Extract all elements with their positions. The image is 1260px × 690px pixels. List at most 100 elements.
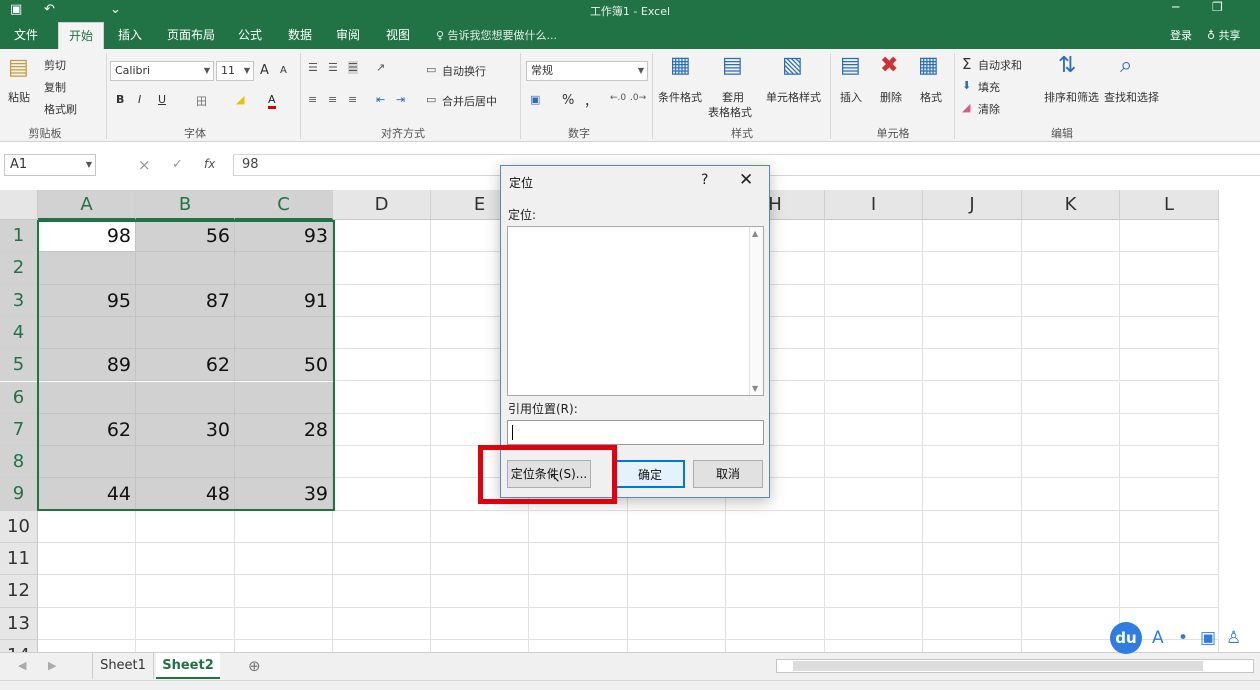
sort-filter-button[interactable]: 排序和筛选 [1044, 89, 1099, 105]
cell-a1[interactable]: 98 [38, 220, 136, 253]
cell-b1[interactable]: 56 [136, 220, 235, 253]
cell-l6[interactable] [1120, 381, 1219, 414]
orientation-icon[interactable]: ↗ [376, 61, 385, 74]
cell-i4[interactable] [825, 316, 923, 350]
cell-j10[interactable] [923, 510, 1022, 543]
cell-c8[interactable] [235, 446, 333, 479]
shrink-font-button[interactable]: A [280, 65, 287, 76]
column-header-i[interactable]: I [825, 190, 923, 220]
cell-d14[interactable] [333, 639, 431, 652]
cell-f11[interactable] [529, 543, 628, 576]
scroll-up-icon[interactable]: ▲ [752, 229, 758, 238]
select-all-corner[interactable] [0, 190, 38, 220]
sheet-tab-sheet2[interactable]: Sheet2 [156, 653, 220, 679]
cell-g10[interactable] [628, 510, 726, 543]
cell-b4[interactable] [136, 316, 235, 350]
cell-c1[interactable]: 93 [235, 220, 333, 253]
row-header-11[interactable]: 11 [0, 543, 38, 576]
decrease-indent-icon[interactable]: ⇤ [376, 93, 385, 106]
tab-data[interactable]: 数据 [278, 22, 322, 49]
cell-l5[interactable] [1120, 349, 1219, 382]
cell-h14[interactable] [726, 639, 825, 652]
cell-a11[interactable] [38, 543, 136, 576]
cell-j5[interactable] [923, 349, 1022, 382]
new-sheet-icon[interactable]: ⊕ [248, 657, 261, 675]
cell-d11[interactable] [333, 543, 431, 576]
percent-button[interactable]: % [562, 93, 574, 108]
cell-b2[interactable] [136, 252, 235, 285]
cell-b9[interactable]: 48 [136, 478, 235, 511]
cell-d7[interactable] [333, 413, 431, 447]
cell-c2[interactable] [235, 252, 333, 285]
column-header-k[interactable]: K [1022, 190, 1120, 220]
cell-c6[interactable] [235, 381, 333, 414]
font-size-select[interactable]: 11 ▼ [216, 61, 254, 81]
autosum-button[interactable]: 自动求和 [978, 57, 1022, 73]
cell-j9[interactable] [923, 478, 1022, 511]
cell-b5[interactable]: 62 [136, 349, 235, 382]
cell-j1[interactable] [923, 220, 1022, 253]
row-header-10[interactable]: 10 [0, 510, 38, 543]
cell-b7[interactable]: 30 [136, 413, 235, 447]
cell-k7[interactable] [1022, 413, 1120, 447]
border-button[interactable]: 田 [196, 93, 207, 109]
column-header-c[interactable]: C [235, 190, 333, 220]
tab-formulas[interactable]: 公式 [228, 22, 272, 49]
cell-k9[interactable] [1022, 478, 1120, 511]
italic-button[interactable]: I [138, 93, 141, 106]
cell-a5[interactable]: 89 [38, 349, 136, 382]
clear-button[interactable]: 清除 [978, 101, 1000, 117]
bold-button[interactable]: B [116, 93, 124, 106]
cell-b3[interactable]: 87 [136, 284, 235, 317]
cell-j3[interactable] [923, 284, 1022, 317]
conditional-format-button[interactable]: 条件格式 [658, 89, 702, 105]
row-header-4[interactable]: 4 [0, 316, 38, 350]
currency-icon[interactable]: ▣ [530, 93, 540, 106]
name-box[interactable]: A1 ▼ [4, 154, 96, 176]
cell-i11[interactable] [825, 543, 923, 576]
cell-i5[interactable] [825, 349, 923, 382]
reference-input[interactable] [507, 420, 764, 445]
cell-d6[interactable] [333, 381, 431, 414]
row-header-12[interactable]: 12 [0, 575, 38, 608]
cell-e13[interactable] [431, 607, 529, 640]
row-header-5[interactable]: 5 [0, 349, 38, 382]
prev-sheet-icon[interactable]: ◀ [18, 659, 26, 672]
cell-h11[interactable] [726, 543, 825, 576]
cell-f14[interactable] [529, 639, 628, 652]
format-as-table-button-line1[interactable]: 套用 [722, 89, 744, 105]
ok-button[interactable]: 确定 [615, 460, 685, 488]
cell-l12[interactable] [1120, 575, 1219, 608]
cell-j14[interactable] [923, 639, 1022, 652]
cell-b6[interactable] [136, 381, 235, 414]
cell-j4[interactable] [923, 316, 1022, 350]
cell-j11[interactable] [923, 543, 1022, 576]
cell-j13[interactable] [923, 607, 1022, 640]
cell-c10[interactable] [235, 510, 333, 543]
format-as-table-button-line2[interactable]: 表格格式 [708, 104, 752, 120]
cell-l8[interactable] [1120, 446, 1219, 479]
cell-g12[interactable] [628, 575, 726, 608]
cell-i10[interactable] [825, 510, 923, 543]
cell-c9[interactable]: 39 [235, 478, 333, 511]
cell-b11[interactable] [136, 543, 235, 576]
cell-h13[interactable] [726, 607, 825, 640]
cell-k3[interactable] [1022, 284, 1120, 317]
help-icon[interactable]: ? [701, 172, 708, 188]
cell-k5[interactable] [1022, 349, 1120, 382]
row-header-14[interactable]: 14 [0, 639, 38, 652]
cell-k4[interactable] [1022, 316, 1120, 350]
cell-l2[interactable] [1120, 252, 1219, 285]
cell-c13[interactable] [235, 607, 333, 640]
cell-d12[interactable] [333, 575, 431, 608]
dot-tool-icon[interactable]: • [1178, 628, 1188, 648]
cell-l1[interactable] [1120, 220, 1219, 253]
cell-k10[interactable] [1022, 510, 1120, 543]
tab-file[interactable]: 文件 [4, 22, 48, 49]
row-header-7[interactable]: 7 [0, 413, 38, 447]
cell-h12[interactable] [726, 575, 825, 608]
cell-l9[interactable] [1120, 478, 1219, 511]
cell-k2[interactable] [1022, 252, 1120, 285]
cell-a4[interactable] [38, 316, 136, 350]
cell-b10[interactable] [136, 510, 235, 543]
